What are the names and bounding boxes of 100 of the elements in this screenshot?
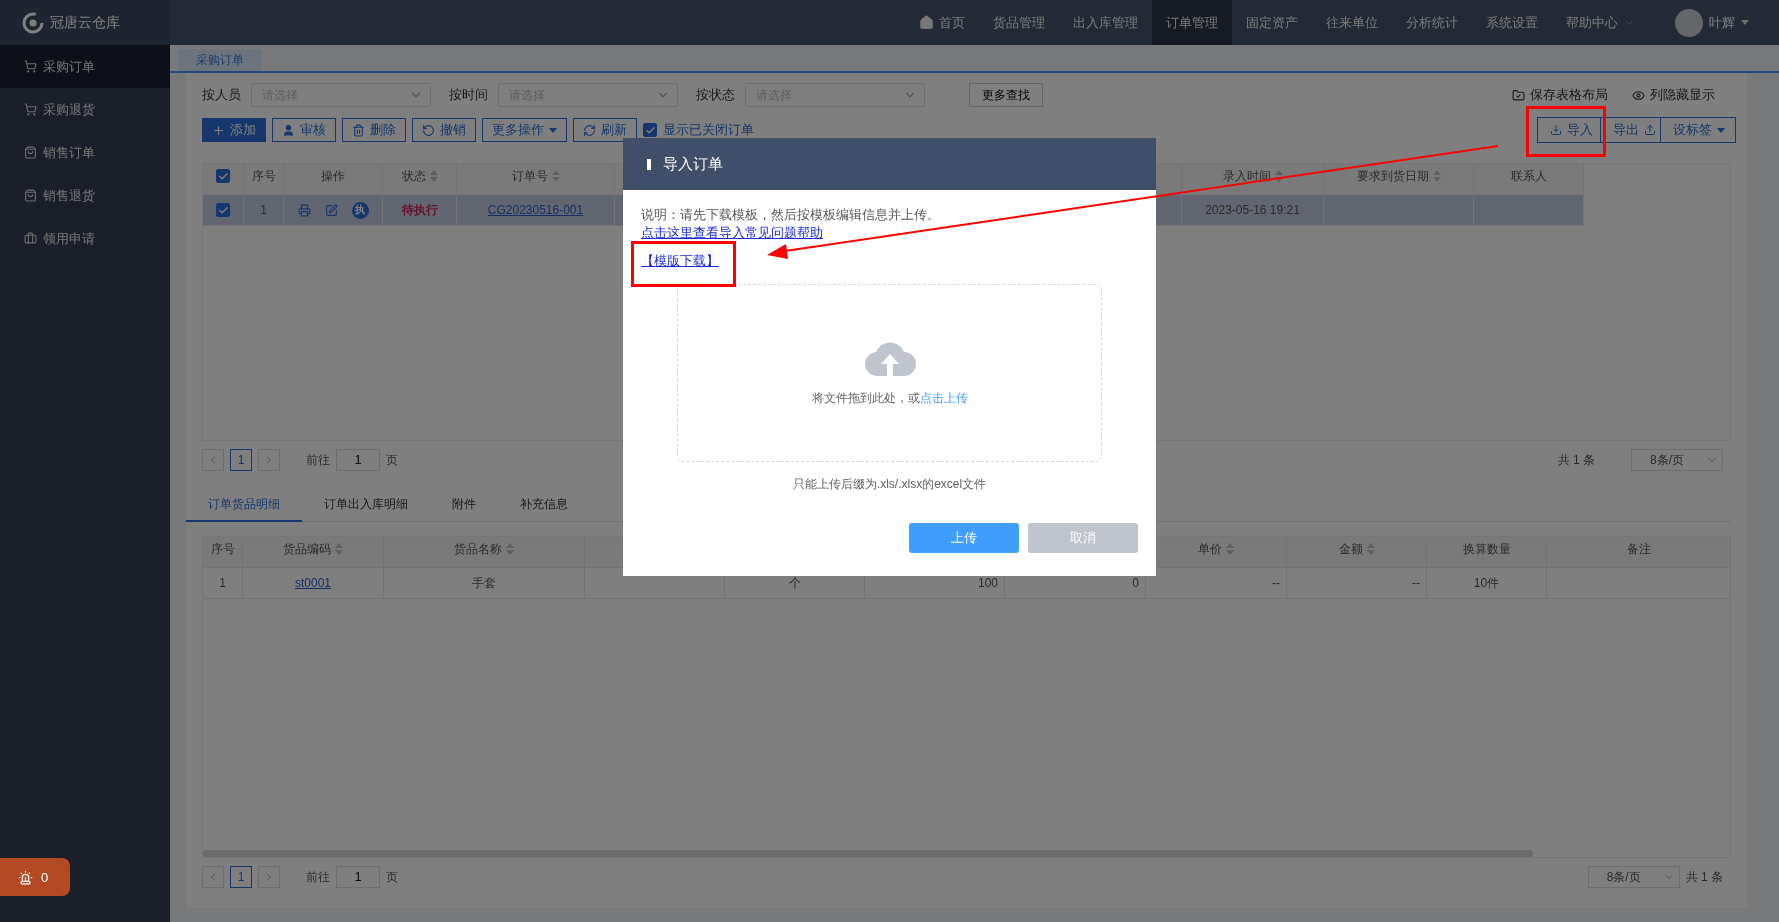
toolbar-button[interactable]: 撤销 (412, 118, 476, 142)
sort-icon[interactable] (429, 170, 438, 182)
save-layout-link[interactable]: 保存表格布局 (1512, 86, 1608, 104)
page-suffix: 页 (386, 868, 398, 886)
table-cell: 10件 (1473, 574, 1500, 592)
page-suffix: 页 (386, 451, 398, 469)
toolbar-button[interactable]: 导入 (1537, 117, 1601, 143)
check-icon (217, 204, 229, 216)
nav-item[interactable]: 分析统计 (1392, 0, 1472, 45)
total-count: 共 1 条 (1685, 868, 1723, 886)
folder-icon (1512, 88, 1525, 102)
alarm-icon (18, 869, 33, 885)
print-icon[interactable] (297, 203, 311, 217)
avatar[interactable] (1675, 8, 1703, 37)
toolbar-button[interactable]: 审核 (272, 118, 336, 142)
sort-icon[interactable] (335, 543, 343, 555)
table-cell: 2023-05-16 19:21 (1205, 203, 1300, 217)
sort-icon[interactable] (551, 170, 560, 182)
table-cell: 100 (977, 576, 998, 590)
caret-icon (1741, 20, 1749, 25)
goto-label: 前往 (306, 868, 330, 886)
page-size-select[interactable]: 8条/页 (1631, 449, 1723, 471)
template-download-link[interactable]: 【模版下载】 (641, 252, 719, 270)
nav-item[interactable]: 固定资产 (1232, 0, 1312, 45)
sidebar-item[interactable]: 采购退货 (0, 88, 170, 131)
goto-page-field[interactable]: 1 (336, 449, 380, 471)
user-name[interactable]: 叶辉 (1709, 13, 1735, 32)
upload-link[interactable]: 点击上传 (919, 389, 968, 407)
check-icon (644, 124, 656, 136)
detail-tab[interactable]: 订单货品明细 (186, 488, 302, 522)
plus-icon (212, 123, 225, 137)
next-page-button[interactable] (258, 449, 280, 471)
title-bar-icon (647, 158, 651, 170)
sidebar-item[interactable]: 领用申请 (0, 217, 170, 260)
nav-item[interactable]: 订单管理 (1152, 0, 1232, 45)
app-name: 冠唐云仓库 (50, 13, 120, 32)
upload-button[interactable]: 上传 (909, 523, 1019, 553)
page-tab[interactable]: 采购订单 (178, 49, 262, 71)
sidebar-item[interactable]: 销售订单 (0, 131, 170, 174)
checkbox[interactable] (216, 169, 230, 183)
filter-label: 按人员 (202, 86, 241, 104)
edit-icon[interactable] (324, 203, 338, 217)
page-button[interactable]: 1 (230, 449, 252, 471)
nav-item[interactable]: 货品管理 (979, 0, 1059, 45)
sidebar-item[interactable]: 采购订单 (0, 45, 170, 88)
detail-tab[interactable]: 订单出入库明细 (302, 488, 430, 522)
toolbar-button[interactable]: 删除 (342, 118, 406, 142)
help-link[interactable]: 点击这里查看导入常见问题帮助 (641, 224, 823, 242)
file-type-hint: 只能上传后缀为.xls/.xlsx的excel文件 (791, 476, 988, 493)
checkbox[interactable] (216, 203, 230, 217)
refresh-icon (583, 123, 596, 137)
instruction-text: 说明：请先下载模板，然后按模板编辑信息并上传。 (641, 206, 941, 224)
toolbar-button[interactable]: 更多操作 (482, 118, 567, 142)
detail-tab[interactable]: 附件 (430, 488, 498, 522)
upload-icon (1644, 124, 1656, 136)
alarm-badge[interactable]: 0 (0, 858, 70, 896)
nav-item[interactable]: 系统设置 (1472, 0, 1552, 45)
bag-icon (24, 189, 37, 202)
page-size-select[interactable]: 8条/页 (1587, 866, 1680, 888)
page-button[interactable]: 1 (230, 866, 252, 888)
next-page-button[interactable] (258, 866, 280, 888)
check-icon (217, 170, 229, 182)
sort-icon[interactable] (1226, 543, 1234, 555)
more-search-button[interactable]: 更多查找 (969, 83, 1043, 107)
cancel-button[interactable]: 取消 (1028, 523, 1138, 553)
sort-icon[interactable] (1274, 170, 1283, 182)
toolbar-button[interactable]: 导出 (1600, 117, 1661, 143)
download-icon (1550, 124, 1562, 136)
checkbox[interactable] (643, 123, 657, 137)
toolbar-button[interactable]: 设标签 (1660, 117, 1736, 143)
column-visibility-link[interactable]: 列隐藏显示 (1632, 86, 1715, 104)
table-cell: 1 (260, 203, 267, 217)
order-link[interactable]: CG20230516-001 (487, 203, 584, 217)
goto-page-field[interactable]: 1 (336, 866, 380, 888)
table-cell: -- (1412, 576, 1420, 590)
nav-item[interactable]: 帮助中心 (1552, 0, 1649, 45)
sort-icon[interactable] (1432, 170, 1441, 182)
table-cell: 个 (788, 574, 801, 592)
caret-icon (549, 127, 557, 133)
sort-icon[interactable] (1366, 543, 1375, 555)
sidebar-item[interactable]: 销售退货 (0, 174, 170, 217)
undo-icon (422, 123, 435, 137)
cart-icon (24, 60, 37, 73)
nav-item[interactable]: 首页 (905, 0, 979, 45)
sort-icon[interactable] (506, 543, 514, 555)
cloud-upload-icon (863, 339, 916, 378)
home-icon (919, 15, 934, 30)
toolbar-button[interactable]: 添加 (202, 118, 266, 142)
upload-dropzone[interactable]: 将文件拖到此处，或点击上传 (677, 284, 1102, 462)
user-icon (282, 123, 295, 137)
goto-label: 前往 (306, 451, 330, 469)
execute-button[interactable]: 执 (351, 201, 369, 219)
nav-item[interactable]: 出入库管理 (1059, 0, 1152, 45)
nav-item[interactable]: 往来单位 (1312, 0, 1392, 45)
table-cell: 1 (219, 576, 226, 590)
toolbar-button[interactable]: 刷新 (573, 118, 637, 142)
item-code-link[interactable]: st0001 (295, 576, 331, 590)
caret-icon (1717, 127, 1725, 133)
eye-icon (1632, 88, 1645, 102)
detail-tab[interactable]: 补充信息 (498, 488, 590, 522)
